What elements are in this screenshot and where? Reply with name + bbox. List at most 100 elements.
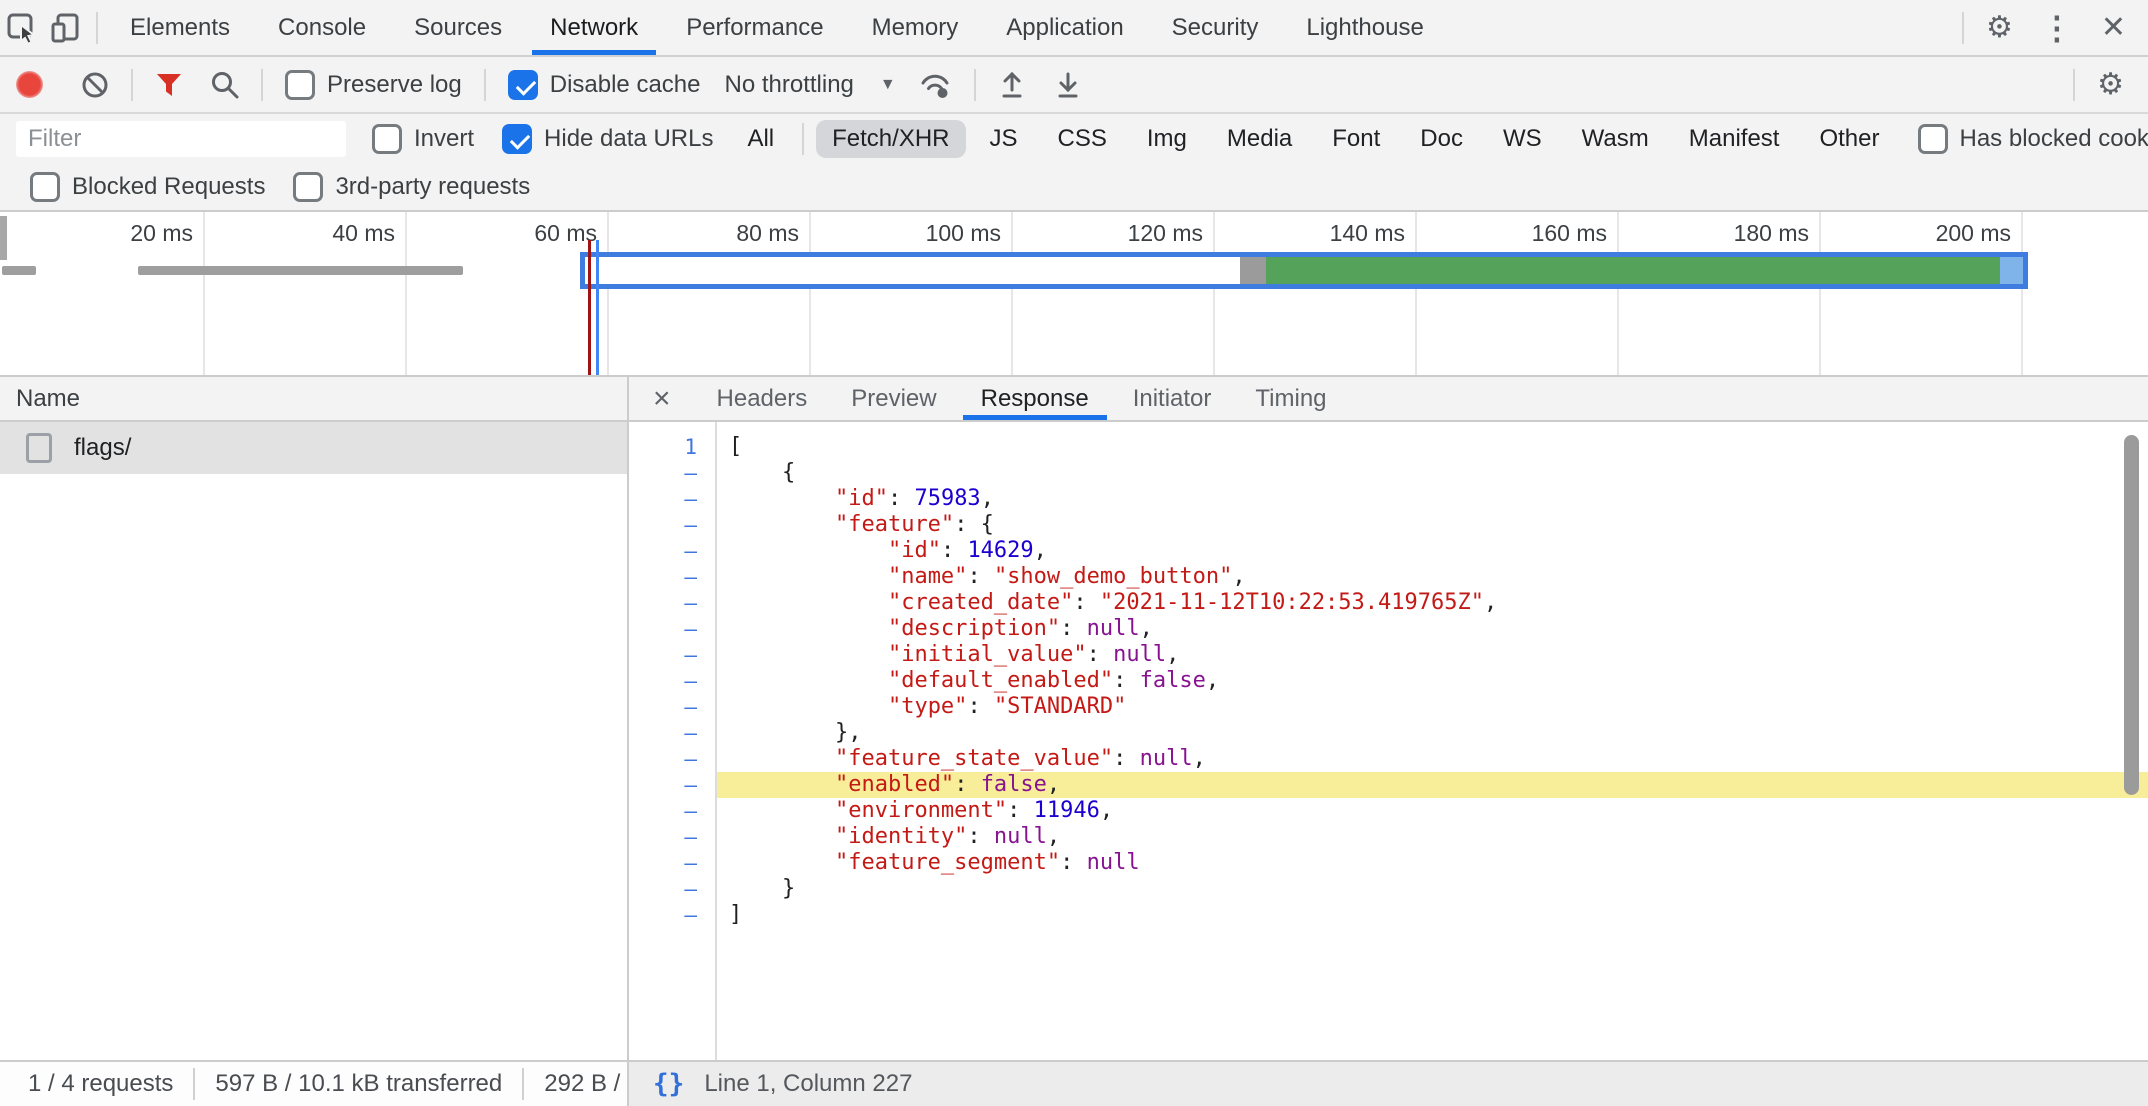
network-overview[interactable]: 20 ms40 ms60 ms80 ms100 ms120 ms140 ms16… bbox=[0, 212, 2148, 377]
export-har-icon[interactable] bbox=[1052, 69, 1084, 101]
network-toolbar: Preserve log Disable cache No throttling… bbox=[0, 57, 2148, 114]
dom-content-loaded-line bbox=[588, 240, 591, 375]
clear-icon[interactable] bbox=[79, 69, 111, 101]
code-text: "initial_value": null, bbox=[715, 642, 2148, 668]
overview-tick-label: 100 ms bbox=[851, 220, 1001, 247]
hide-data-urls-checkbox[interactable] bbox=[502, 124, 532, 154]
search-icon[interactable] bbox=[209, 69, 241, 101]
status-bar: 1 / 4 requests597 B / 10.1 kB transferre… bbox=[0, 1060, 2148, 1106]
tab-performance[interactable]: Performance bbox=[662, 0, 847, 55]
code-line-highlighted: – "enabled": false, bbox=[629, 772, 2148, 798]
divider bbox=[96, 12, 98, 44]
type-filter-css[interactable]: CSS bbox=[1042, 120, 1123, 158]
type-filter-ws[interactable]: WS bbox=[1487, 120, 1558, 158]
code-line: – "name": "show_demo_button", bbox=[629, 564, 2148, 590]
editor-status-bar: {} Line 1, Column 227 bbox=[629, 1062, 2148, 1106]
more-options-icon[interactable]: ⋮ bbox=[2027, 12, 2087, 44]
close-devtools-icon[interactable]: ✕ bbox=[2087, 13, 2140, 43]
pending-request-bar[interactable] bbox=[138, 266, 463, 275]
blocked-requests-toggle[interactable]: Blocked Requests bbox=[30, 172, 265, 202]
name-column-header[interactable]: Name bbox=[0, 377, 627, 422]
download-segment bbox=[1266, 257, 2000, 284]
filter-input[interactable] bbox=[16, 121, 346, 157]
settings-gear-icon[interactable]: ⚙ bbox=[1972, 13, 2027, 43]
tab-memory[interactable]: Memory bbox=[848, 0, 983, 55]
type-filter-other[interactable]: Other bbox=[1803, 120, 1895, 158]
third-party-checkbox[interactable] bbox=[293, 172, 323, 202]
main-tabbar: ElementsConsoleSourcesNetworkPerformance… bbox=[0, 0, 2148, 57]
overview-gridline bbox=[2021, 212, 2023, 375]
blocked-cookies-checkbox[interactable] bbox=[1918, 124, 1948, 154]
record-button[interactable] bbox=[16, 71, 43, 98]
code-text: ] bbox=[715, 902, 2148, 928]
type-filter-js[interactable]: JS bbox=[974, 120, 1034, 158]
third-party-toggle[interactable]: 3rd-party requests bbox=[293, 172, 530, 202]
code-text: "id": 75983, bbox=[715, 486, 2148, 512]
preserve-log-toggle[interactable]: Preserve log bbox=[285, 70, 462, 100]
code-line: – "feature_segment": null bbox=[629, 850, 2148, 876]
code-line: – "id": 14629, bbox=[629, 538, 2148, 564]
throttling-dropdown[interactable]: No throttling ▼ bbox=[724, 71, 895, 99]
import-har-icon[interactable] bbox=[996, 69, 1028, 101]
type-filter-font[interactable]: Font bbox=[1316, 120, 1396, 158]
tab-sources[interactable]: Sources bbox=[390, 0, 526, 55]
detail-tab-timing[interactable]: Timing bbox=[1233, 377, 1348, 420]
tab-lighthouse[interactable]: Lighthouse bbox=[1282, 0, 1447, 55]
type-filter-fetch-xhr[interactable]: Fetch/XHR bbox=[816, 120, 965, 158]
overview-tick-label: 140 ms bbox=[1255, 220, 1405, 247]
blocked-requests-checkbox[interactable] bbox=[30, 172, 60, 202]
tab-network[interactable]: Network bbox=[526, 0, 662, 55]
code-line: – "initial_value": null, bbox=[629, 642, 2148, 668]
code-line: – "identity": null, bbox=[629, 824, 2148, 850]
code-text: "id": 14629, bbox=[715, 538, 2148, 564]
tab-elements[interactable]: Elements bbox=[106, 0, 254, 55]
overview-tick-label: 180 ms bbox=[1659, 220, 1809, 247]
network-settings-gear-icon[interactable]: ⚙ bbox=[2083, 70, 2138, 100]
preserve-log-checkbox[interactable] bbox=[285, 70, 315, 100]
filter-funnel-icon[interactable] bbox=[153, 69, 185, 101]
disable-cache-checkbox[interactable] bbox=[508, 70, 538, 100]
code-text: [ bbox=[715, 434, 2148, 460]
response-code-viewer[interactable]: 1[– {– "id": 75983,– "feature": {– "id":… bbox=[629, 422, 2148, 1060]
tab-security[interactable]: Security bbox=[1148, 0, 1283, 55]
code-text: } bbox=[715, 876, 2148, 902]
detail-tab-preview[interactable]: Preview bbox=[829, 377, 958, 420]
cursor-position-text: Line 1, Column 227 bbox=[704, 1070, 912, 1098]
invert-checkbox[interactable] bbox=[372, 124, 402, 154]
type-filter-manifest[interactable]: Manifest bbox=[1673, 120, 1796, 158]
pending-request-bar[interactable] bbox=[2, 266, 36, 275]
request-row-flags[interactable]: flags/ bbox=[0, 422, 627, 474]
line-number: – bbox=[629, 668, 715, 694]
code-line: –] bbox=[629, 902, 2148, 928]
invert-toggle[interactable]: Invert bbox=[372, 124, 474, 154]
divider bbox=[484, 69, 486, 101]
vertical-scrollbar-thumb[interactable] bbox=[2124, 435, 2139, 795]
request-name: flags/ bbox=[74, 434, 131, 462]
code-text: }, bbox=[715, 720, 2148, 746]
selected-request-waterfall-bar[interactable] bbox=[580, 252, 2028, 289]
inspect-element-icon[interactable] bbox=[0, 0, 44, 55]
overview-gridline bbox=[1213, 212, 1215, 375]
blocked-cookies-toggle[interactable]: Has blocked cookies bbox=[1918, 124, 2148, 154]
type-filter-doc[interactable]: Doc bbox=[1404, 120, 1479, 158]
pretty-print-braces-icon[interactable]: {} bbox=[653, 1069, 684, 1099]
type-filter-all[interactable]: All bbox=[731, 120, 790, 158]
detail-tab-headers[interactable]: Headers bbox=[695, 377, 830, 420]
tail-segment bbox=[2000, 257, 2023, 284]
hide-data-urls-toggle[interactable]: Hide data URLs bbox=[502, 124, 713, 154]
network-conditions-icon[interactable] bbox=[918, 68, 954, 102]
detail-tab-initiator[interactable]: Initiator bbox=[1111, 377, 1234, 420]
tab-application[interactable]: Application bbox=[982, 0, 1147, 55]
type-filter-img[interactable]: Img bbox=[1131, 120, 1203, 158]
tab-console[interactable]: Console bbox=[254, 0, 390, 55]
type-filter-media[interactable]: Media bbox=[1211, 120, 1308, 158]
type-filter-wasm[interactable]: Wasm bbox=[1566, 120, 1665, 158]
close-details-icon[interactable]: × bbox=[629, 382, 695, 416]
device-toolbar-icon[interactable] bbox=[44, 0, 88, 55]
detail-tab-response[interactable]: Response bbox=[959, 377, 1111, 420]
code-text: "feature_segment": null bbox=[715, 850, 2148, 876]
overview-tick-label: 120 ms bbox=[1053, 220, 1203, 247]
request-rows: flags/ bbox=[0, 422, 627, 474]
disable-cache-toggle[interactable]: Disable cache bbox=[508, 70, 701, 100]
code-text: "environment": 11946, bbox=[715, 798, 2148, 824]
